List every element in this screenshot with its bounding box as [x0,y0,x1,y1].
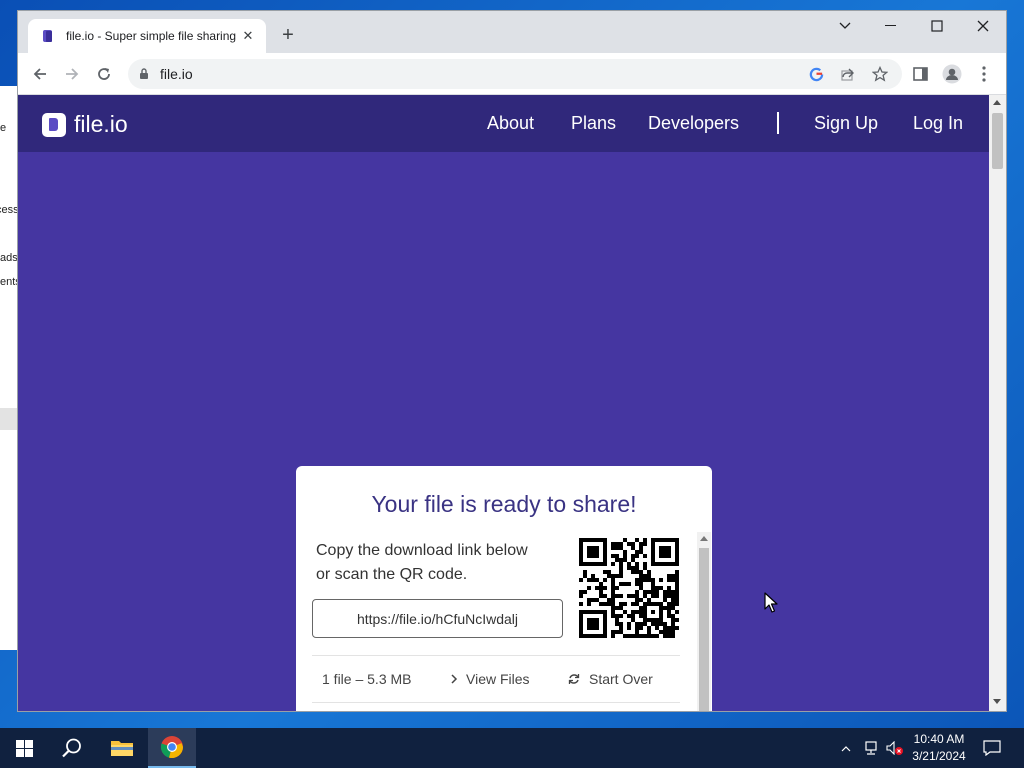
browser-window: file.io - Super simple file sharing ✕ + … [18,11,1006,711]
nav-plans[interactable]: Plans [571,113,616,134]
address-bar[interactable]: file.io [128,59,902,89]
site-header: file.io About Plans Developers Sign Up L… [18,95,989,152]
share-card-scrollbar[interactable] [697,532,711,711]
google-lens-icon[interactable] [806,64,826,84]
fileio-favicon-icon [43,30,52,42]
chrome-taskbar-button[interactable] [148,728,196,768]
tab-close-icon[interactable]: ✕ [238,26,258,46]
tab-title: file.io - Super simple file sharing [66,29,237,43]
notifications-button[interactable] [976,728,1008,768]
file-explorer-button[interactable] [98,728,146,768]
bookmark-star-icon[interactable] [870,64,890,84]
background-window-text: cess [0,204,19,216]
nav-about[interactable]: About [487,113,534,134]
show-hidden-icons-button[interactable] [836,728,856,768]
page-viewport: file.io About Plans Developers Sign Up L… [18,95,1006,711]
minimize-button[interactable] [868,11,914,41]
nav-developers[interactable]: Developers [648,113,739,134]
share-card-footer: 1 file – 5.3 MB View Files Start Over [312,655,680,703]
browser-toolbar: file.io [18,53,1006,95]
forward-button[interactable] [58,60,86,88]
reload-button[interactable] [90,60,118,88]
url-text[interactable]: file.io [160,66,193,82]
download-link-field[interactable]: https://file.io/hCfuNcIwdalj [312,599,563,638]
share-card: Your file is ready to share! Copy the do… [296,466,712,711]
network-button[interactable] [860,728,882,768]
volume-muted-icon [886,741,903,755]
background-window-text: ads [0,252,18,264]
menu-kebab-icon[interactable] [970,60,998,88]
tab-search-icon[interactable] [822,11,868,41]
refresh-icon [568,674,580,684]
nav-divider [777,112,779,134]
start-over-label: Start Over [589,671,653,687]
share-card-scroll-thumb[interactable] [699,548,709,711]
taskbar: 10:40 AM 3/21/2024 [0,728,1024,768]
maximize-button[interactable] [914,11,960,41]
browser-tab[interactable]: file.io - Super simple file sharing ✕ [28,19,266,53]
chrome-icon [160,736,184,759]
logo-text: file.io [74,111,128,137]
qr-code [579,538,679,638]
share-card-title: Your file is ready to share! [371,491,637,517]
file-info: 1 file – 5.3 MB [322,671,412,687]
folder-icon [111,741,133,756]
profile-avatar-icon[interactable] [938,60,966,88]
chevron-right-icon [451,674,458,684]
search-icon [62,738,81,758]
start-over-button[interactable]: Start Over [568,671,653,687]
fileio-logo-icon [42,112,66,137]
new-tab-button[interactable]: + [276,23,300,47]
close-window-button[interactable] [960,11,1006,41]
view-files-label: View Files [466,671,530,687]
search-button[interactable] [48,728,96,768]
page-scroll-thumb[interactable] [992,113,1003,169]
volume-button[interactable] [884,728,906,768]
scroll-up-arrow-icon[interactable] [993,100,1001,105]
page-scrollbar[interactable] [989,95,1006,711]
nav-sign-up[interactable]: Sign Up [814,113,878,134]
nav-log-in[interactable]: Log In [913,113,963,134]
side-panel-icon[interactable] [906,60,934,88]
share-card-description: Copy the download link below or scan the… [316,542,528,583]
network-icon [865,741,877,755]
site-logo[interactable]: file.io [42,111,128,138]
chevron-up-icon [841,745,851,751]
start-button[interactable] [0,728,48,768]
scroll-down-arrow-icon[interactable] [993,699,1001,704]
notification-icon [983,740,1001,756]
clock-date: 3/21/2024 [912,749,966,763]
back-button[interactable] [26,60,54,88]
share-icon[interactable] [838,64,858,84]
windows-logo-icon [15,739,33,757]
taskbar-clock[interactable]: 10:40 AM 3/21/2024 [906,731,972,765]
clock-time: 10:40 AM [913,732,965,746]
background-window-text: e [0,122,7,134]
tab-strip: file.io - Super simple file sharing ✕ + [18,11,1006,53]
view-files-button[interactable]: View Files [450,671,530,687]
lock-icon[interactable] [138,67,150,80]
mouse-cursor-icon [764,592,778,613]
scroll-up-arrow-icon[interactable] [700,536,708,541]
